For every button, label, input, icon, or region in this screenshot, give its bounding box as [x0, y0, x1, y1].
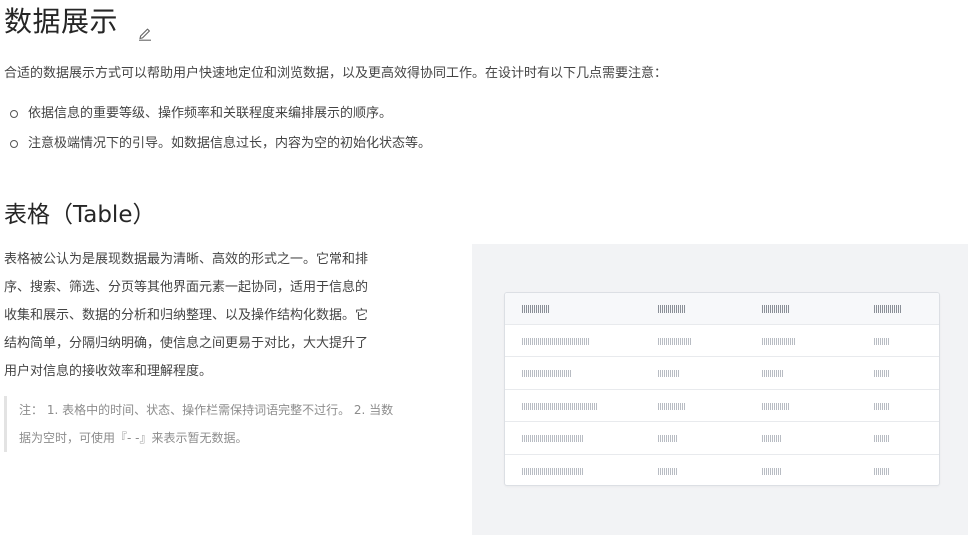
table-preview-illustration [472, 244, 968, 535]
placeholder-bar [874, 435, 890, 442]
placeholder-bar [658, 468, 678, 475]
placeholder-bar [874, 402, 890, 410]
placeholder-bar [658, 304, 686, 313]
table-row [505, 422, 939, 455]
intro-paragraph: 合适的数据展示方式可以帮助用户快速地定位和浏览数据，以及更高效得协同工作。在设计… [4, 66, 668, 81]
list-item-text: 依据信息的重要等级、操作频率和关联程度来编排展示的顺序。 [28, 106, 393, 121]
table-row [505, 325, 939, 357]
placeholder-bar [522, 435, 584, 442]
paragraph-line: 表格被公认为是展现数据最为清晰、高效的形式之一。它常和排 [4, 252, 369, 267]
table-row [505, 455, 939, 485]
bullet-circle-icon [10, 110, 18, 118]
placeholder-bar [762, 337, 796, 345]
paragraph-line: 结构简单，分隔归纳明确，使信息之间更易于对比，大大提升了 [4, 336, 369, 351]
placeholder-bar [658, 337, 692, 345]
placeholder-bar [522, 402, 598, 410]
note-line: 据为空时，可使用『- -』来表示暂无数据。 [19, 431, 248, 445]
placeholder-bar [874, 468, 890, 475]
section-title-data-display: 数据展示 [4, 2, 153, 42]
section-title-text: 数据展示 [4, 5, 119, 38]
list-item: 依据信息的重要等级、操作频率和关联程度来编排展示的顺序。 [10, 104, 431, 124]
paragraph-line: 用户对信息的接收效率和理解程度。 [4, 364, 213, 379]
placeholder-bar [762, 468, 782, 475]
placeholder-bar [874, 337, 890, 345]
placeholder-bar [874, 304, 902, 313]
placeholder-bar [658, 402, 686, 410]
placeholder-bar [522, 370, 572, 377]
placeholder-bar [874, 370, 890, 377]
placeholder-bar [522, 468, 584, 475]
list-item: 注意极端情况下的引导。如数据信息过长，内容为空的初始化状态等。 [10, 134, 431, 154]
list-item-text: 注意极端情况下的引导。如数据信息过长，内容为空的初始化状态等。 [28, 136, 432, 151]
placeholder-bar [522, 304, 550, 313]
placeholder-bar [762, 402, 790, 410]
pencil-edit-icon[interactable] [137, 13, 153, 41]
placeholder-bar [762, 304, 790, 313]
mock-table-header [505, 293, 939, 325]
bullet-circle-icon [10, 140, 18, 148]
placeholder-bar [522, 337, 590, 345]
placeholder-bar [658, 370, 680, 377]
note-line: 注： 1. 表格中的时间、状态、操作栏需保持词语完整不过行。 2. 当数 [19, 403, 394, 417]
placeholder-bar [658, 435, 678, 442]
mock-table [504, 292, 940, 486]
placeholder-bar [762, 370, 784, 377]
paragraph-line: 收集和展示、数据的分析和归纳整理、以及操作结构化数据。它 [4, 308, 369, 323]
section-title-table: 表格（Table） [4, 202, 156, 228]
guideline-list: 依据信息的重要等级、操作频率和关联程度来编排展示的顺序。 注意极端情况下的引导。… [10, 104, 431, 164]
note-blockquote: 注： 1. 表格中的时间、状态、操作栏需保持词语完整不过行。 2. 当数 据为空… [4, 396, 408, 452]
table-row [505, 390, 939, 422]
document-page: 数据展示 合适的数据展示方式可以帮助用户快速地定位和浏览数据，以及更高效得协同工… [0, 0, 977, 547]
paragraph-line: 序、搜索、筛选、分页等其他界面元素一起协同，适用于信息的 [4, 280, 369, 295]
table-row [505, 357, 939, 390]
placeholder-bar [762, 435, 782, 442]
table-description: 表格被公认为是展现数据最为清晰、高效的形式之一。它常和排 序、搜索、筛选、分页等… [4, 246, 404, 386]
